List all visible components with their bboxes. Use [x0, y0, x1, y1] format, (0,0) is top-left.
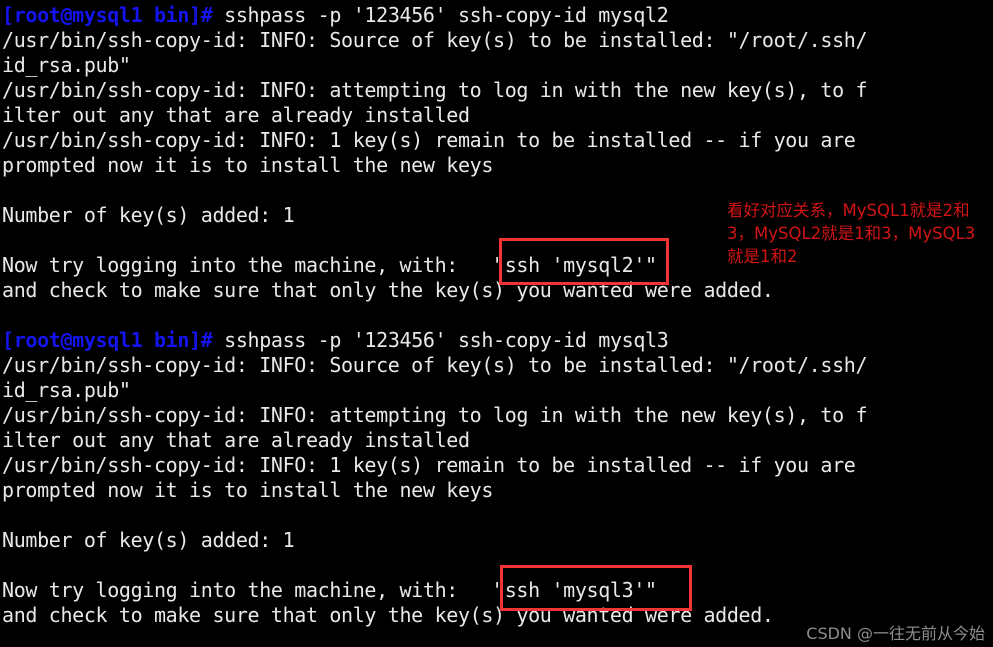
terminal-output-line: /usr/bin/ssh-copy-id: INFO: Source of ke…: [2, 28, 993, 53]
terminal-line-text: ilter out any that are already installed: [2, 103, 470, 127]
terminal-output-line: id_rsa.pub": [2, 378, 993, 403]
terminal-line-text: Now try logging into the machine, with: …: [2, 578, 657, 602]
terminal-line-text: id_rsa.pub": [2, 53, 131, 77]
terminal-output-line: Now try logging into the machine, with: …: [2, 578, 993, 603]
terminal-line-text: Number of key(s) added: 1: [2, 203, 295, 227]
terminal-output-line: prompted now it is to install the new ke…: [2, 478, 993, 503]
terminal-output[interactable]: [root@mysql1 bin]# sshpass -p '123456' s…: [0, 0, 993, 628]
terminal-line-text: /usr/bin/ssh-copy-id: INFO: 1 key(s) rem…: [2, 453, 856, 477]
terminal-line-text: prompted now it is to install the new ke…: [2, 478, 494, 502]
terminal-line-text: and check to make sure that only the key…: [2, 278, 774, 302]
terminal-output-line: /usr/bin/ssh-copy-id: INFO: 1 key(s) rem…: [2, 128, 993, 153]
terminal-prompt-line: [root@mysql1 bin]# sshpass -p '123456' s…: [2, 3, 993, 28]
terminal-output-line: ilter out any that are already installed: [2, 103, 993, 128]
terminal-output-line: and check to make sure that only the key…: [2, 278, 993, 303]
shell-command: sshpass -p '123456' ssh-copy-id mysql3: [224, 328, 669, 352]
terminal-output-line: ilter out any that are already installed: [2, 428, 993, 453]
terminal-output-line: /usr/bin/ssh-copy-id: INFO: attempting t…: [2, 78, 993, 103]
annotation-note: 看好对应关系，MySQL1就是2和3，MySQL2就是1和3，MySQL3就是1…: [727, 201, 976, 266]
terminal-line-text: id_rsa.pub": [2, 378, 131, 402]
terminal-output-line: prompted now it is to install the new ke…: [2, 153, 993, 178]
terminal-line-text: /usr/bin/ssh-copy-id: INFO: attempting t…: [2, 403, 868, 427]
terminal-line-text: /usr/bin/ssh-copy-id: INFO: Source of ke…: [2, 353, 868, 377]
terminal-window[interactable]: [root@mysql1 bin]# sshpass -p '123456' s…: [0, 0, 993, 647]
terminal-line-text: /usr/bin/ssh-copy-id: INFO: attempting t…: [2, 78, 868, 102]
terminal-line-text: /usr/bin/ssh-copy-id: INFO: 1 key(s) rem…: [2, 128, 856, 152]
terminal-output-line: /usr/bin/ssh-copy-id: INFO: Source of ke…: [2, 353, 993, 378]
terminal-output-line: /usr/bin/ssh-copy-id: INFO: attempting t…: [2, 403, 993, 428]
terminal-output-line: /usr/bin/ssh-copy-id: INFO: 1 key(s) rem…: [2, 453, 993, 478]
terminal-output-line: Number of key(s) added: 1: [2, 528, 993, 553]
terminal-line-text: /usr/bin/ssh-copy-id: INFO: Source of ke…: [2, 28, 868, 52]
terminal-prompt-line: [root@mysql1 bin]# sshpass -p '123456' s…: [2, 328, 993, 353]
shell-prompt: [root@mysql1 bin]#: [2, 328, 225, 352]
csdn-watermark: CSDN @一往无前从今始: [806, 624, 985, 643]
terminal-line-text: Number of key(s) added: 1: [2, 528, 295, 552]
terminal-line-text: prompted now it is to install the new ke…: [2, 153, 494, 177]
shell-prompt: [root@mysql1 bin]#: [2, 3, 225, 27]
terminal-line-text: Now try logging into the machine, with: …: [2, 253, 657, 277]
terminal-output-line: id_rsa.pub": [2, 53, 993, 78]
terminal-line-text: ilter out any that are already installed: [2, 428, 470, 452]
shell-command: sshpass -p '123456' ssh-copy-id mysql2: [224, 3, 669, 27]
terminal-line-text: and check to make sure that only the key…: [2, 603, 774, 627]
